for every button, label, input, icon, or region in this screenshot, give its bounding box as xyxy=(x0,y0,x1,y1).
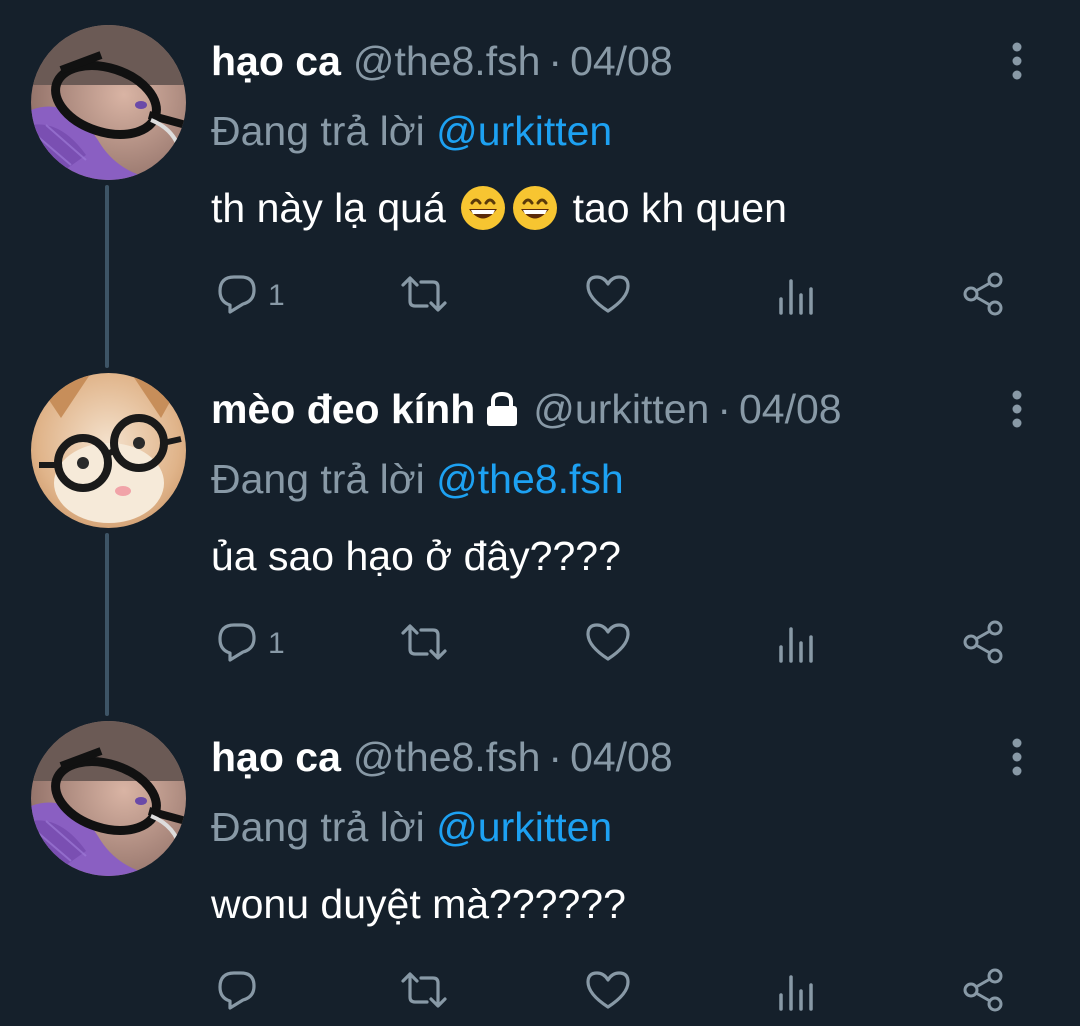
tweet-header: mèo đeo kính @urkitten · 04/08 xyxy=(211,384,842,434)
share-button[interactable] xyxy=(960,618,1006,670)
tweet-text-part: tao kh quen xyxy=(561,185,787,231)
share-icon xyxy=(960,619,1006,670)
separator-dot: · xyxy=(548,38,563,84)
more-vertical-icon[interactable] xyxy=(1003,40,1031,84)
reply-icon xyxy=(214,967,260,1018)
tweet-header: hạo ca @the8.fsh · 04/08 xyxy=(211,732,673,782)
analytics-button[interactable] xyxy=(776,966,816,1018)
tweet-header: hạo ca @the8.fsh · 04/08 xyxy=(211,36,673,86)
share-button[interactable] xyxy=(960,966,1006,1018)
avatar-glasses-purple-scarf xyxy=(31,721,186,876)
share-icon xyxy=(960,271,1006,322)
grinning-face-with-smiling-eyes-emoji xyxy=(511,184,559,232)
lock-icon xyxy=(483,388,521,438)
action-bar xyxy=(0,966,1080,1018)
replying-to-line: Đang trả lời @urkitten xyxy=(211,802,612,852)
reply-button[interactable]: 1 xyxy=(214,270,285,322)
retweet-icon xyxy=(397,619,451,670)
like-button[interactable] xyxy=(584,270,632,322)
reply-count: 1 xyxy=(268,279,285,312)
display-name[interactable]: hạo ca xyxy=(211,36,341,86)
display-name[interactable]: mèo đeo kính xyxy=(211,384,475,434)
avatar[interactable] xyxy=(31,721,186,876)
like-button[interactable] xyxy=(584,966,632,1018)
retweet-icon xyxy=(397,967,451,1018)
reply-count: 1 xyxy=(268,627,285,660)
more-vertical-icon[interactable] xyxy=(1003,736,1031,780)
mention-link[interactable]: @the8.fsh xyxy=(436,456,624,502)
like-icon xyxy=(584,619,632,670)
tweet-text: ủa sao hạo ở đây???? xyxy=(211,530,621,582)
like-icon xyxy=(584,271,632,322)
analytics-button[interactable] xyxy=(776,270,816,322)
tweet-text-part: ủa sao hạo ở đây???? xyxy=(211,533,621,579)
grinning-face-with-smiling-eyes-emoji xyxy=(459,184,507,232)
replying-to-line: Đang trả lời @urkitten xyxy=(211,106,612,156)
share-button[interactable] xyxy=(960,270,1006,322)
tweet-date[interactable]: 04/08 xyxy=(739,384,842,434)
conversation-thread: hạo ca @the8.fsh · 04/08 Đang trả lời @u… xyxy=(0,0,1080,1026)
mention-link[interactable]: @urkitten xyxy=(436,804,612,850)
like-icon xyxy=(584,967,632,1018)
tweet-text-part: th này lạ quá xyxy=(211,185,458,231)
analytics-icon xyxy=(776,619,816,670)
avatar[interactable] xyxy=(31,25,186,180)
tweet-text: wonu duyệt mà?????? xyxy=(211,878,626,930)
retweet-button[interactable] xyxy=(397,618,451,670)
user-handle[interactable]: @urkitten xyxy=(533,384,709,434)
reply-button[interactable]: 1 xyxy=(214,618,285,670)
separator-dot: · xyxy=(717,386,731,432)
tweet[interactable]: hạo ca @the8.fsh · 04/08 Đang trả lời @u… xyxy=(0,0,1080,348)
retweet-button[interactable] xyxy=(397,966,451,1018)
replying-to-label: Đang trả lời xyxy=(211,108,425,154)
more-vertical-icon[interactable] xyxy=(1003,388,1031,432)
display-name[interactable]: hạo ca xyxy=(211,732,341,782)
like-button[interactable] xyxy=(584,618,632,670)
analytics-button[interactable] xyxy=(776,618,816,670)
mention-link[interactable]: @urkitten xyxy=(436,108,612,154)
user-handle[interactable]: @the8.fsh xyxy=(353,36,541,86)
user-handle[interactable]: @the8.fsh xyxy=(353,732,541,782)
action-bar: 1 xyxy=(0,270,1080,322)
reply-button[interactable] xyxy=(214,966,260,1018)
tweet[interactable]: hạo ca @the8.fsh · 04/08 Đang trả lời @u… xyxy=(0,696,1080,1026)
analytics-icon xyxy=(776,271,816,322)
replying-to-label: Đang trả lời xyxy=(211,804,425,850)
replying-to-label: Đang trả lời xyxy=(211,456,425,502)
retweet-button[interactable] xyxy=(397,270,451,322)
replying-to-line: Đang trả lời @the8.fsh xyxy=(211,454,624,504)
share-icon xyxy=(960,967,1006,1018)
avatar[interactable] xyxy=(31,373,186,528)
tweet-text: th này lạ quá tao kh quen xyxy=(211,182,787,234)
tweet[interactable]: mèo đeo kính @urkitten · 04/08 Đang trả … xyxy=(0,348,1080,696)
action-bar: 1 xyxy=(0,618,1080,670)
reply-icon xyxy=(214,619,260,670)
avatar-cat-with-glasses xyxy=(31,373,186,528)
analytics-icon xyxy=(776,967,816,1018)
reply-icon xyxy=(214,271,260,322)
tweet-text-part: wonu duyệt mà?????? xyxy=(211,881,626,927)
tweet-date[interactable]: 04/08 xyxy=(570,732,673,782)
retweet-icon xyxy=(397,271,451,322)
avatar-glasses-purple-scarf xyxy=(31,25,186,180)
separator-dot: · xyxy=(548,734,563,780)
tweet-date[interactable]: 04/08 xyxy=(570,36,673,86)
